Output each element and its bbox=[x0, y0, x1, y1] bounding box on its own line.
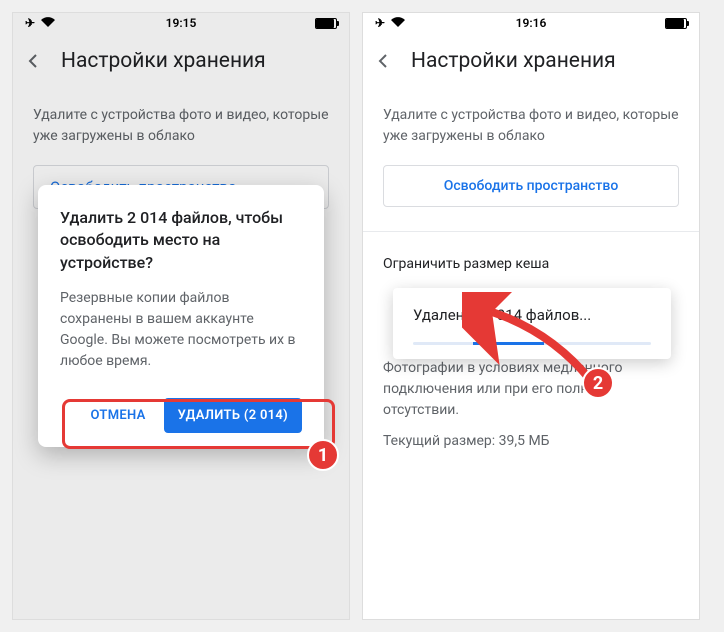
phone-left: ✈ 19:15 Настройки хранения Удалите с уст… bbox=[12, 12, 350, 620]
status-bar: ✈ 19:16 bbox=[363, 13, 699, 33]
divider bbox=[363, 231, 699, 232]
wifi-icon bbox=[391, 16, 405, 30]
dialog-overlay: Удалить 2 014 файлов, чтобы освободить м… bbox=[13, 13, 349, 619]
cache-description: Фотографии в условиях медленного подключ… bbox=[383, 358, 679, 421]
page-title: Настройки хранения bbox=[411, 49, 616, 73]
dialog-title: Удалить 2 014 файлов, чтобы освободить м… bbox=[60, 207, 302, 274]
step-badge-1: 1 bbox=[307, 439, 339, 471]
delete-button[interactable]: УДАЛИТЬ (2 014) bbox=[164, 398, 302, 433]
progress-dialog: Удаление 2 014 файлов... bbox=[393, 288, 671, 359]
status-time: 19:16 bbox=[516, 16, 547, 30]
back-button[interactable] bbox=[371, 49, 395, 73]
cancel-button[interactable]: ОТМЕНА bbox=[81, 400, 156, 431]
app-header: Настройки хранения bbox=[363, 33, 699, 89]
confirm-delete-dialog: Удалить 2 014 файлов, чтобы освободить м… bbox=[38, 185, 324, 447]
dialog-body: Резервные копии файлов сохранены в вашем… bbox=[60, 288, 302, 372]
cache-section-title: Ограничить размер кеша bbox=[383, 256, 679, 272]
free-space-button[interactable]: Освободить пространство bbox=[383, 165, 679, 207]
cache-current-size: Текущий размер: 39,5 МБ bbox=[383, 433, 679, 449]
progress-bar bbox=[413, 342, 651, 345]
step-badge-2: 2 bbox=[582, 367, 614, 399]
phone-right: ✈ 19:16 Настройки хранения Удалите с уст… bbox=[362, 12, 700, 620]
storage-description: Удалите с устройства фото и видео, котор… bbox=[383, 105, 679, 147]
progress-title: Удаление 2 014 файлов... bbox=[413, 306, 651, 324]
airplane-icon: ✈ bbox=[375, 16, 385, 30]
battery-icon bbox=[665, 18, 687, 29]
